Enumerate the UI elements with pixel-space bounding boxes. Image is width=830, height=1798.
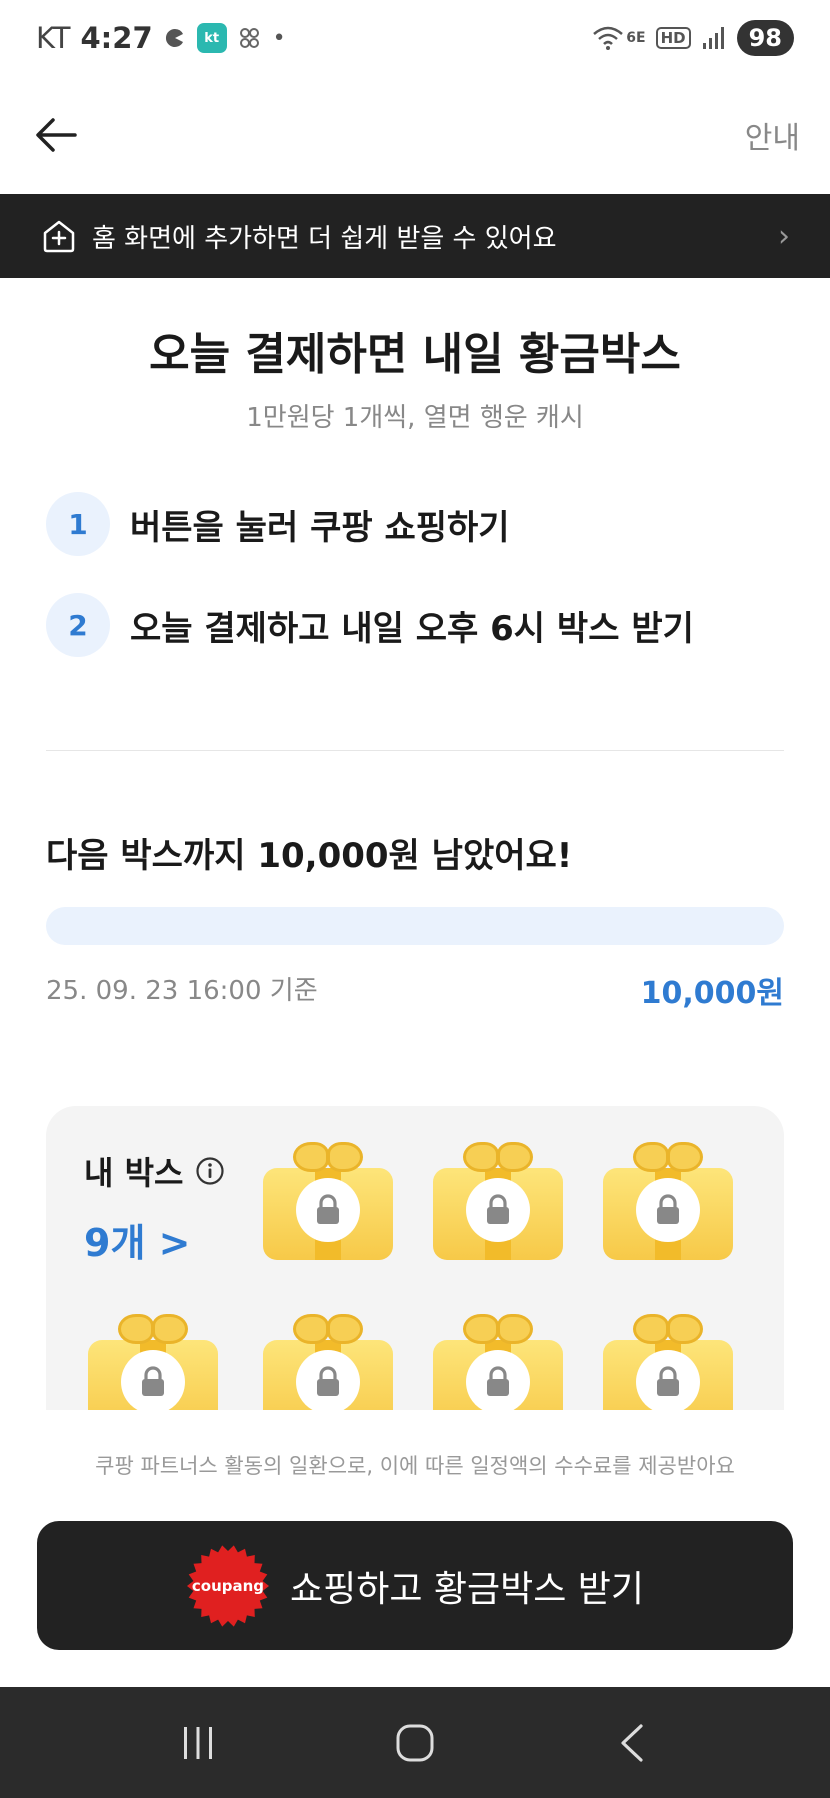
lock-icon <box>487 1366 509 1396</box>
clover-notification-icon <box>239 28 259 48</box>
lock-badge <box>296 1350 360 1410</box>
step-text: 버튼을 눌러 쿠팡 쇼핑하기 <box>130 507 510 548</box>
gift-bow-left <box>293 1314 329 1344</box>
kt-app-icon: kt <box>196 23 227 53</box>
locked-gift-box <box>88 1312 218 1410</box>
cta-label: 쇼핑하고 황금박스 받기 <box>289 1568 645 1610</box>
gift-bow-left <box>633 1142 669 1172</box>
step-text: 오늘 결제하고 내일 오후 6시 박스 받기 <box>130 608 694 649</box>
pacman-notification-icon <box>165 28 183 47</box>
home-plus-icon <box>43 220 75 253</box>
gift-bow-left <box>293 1142 329 1172</box>
lock-icon <box>487 1194 509 1224</box>
status-right: 6E HD 98 <box>592 20 794 56</box>
lock-icon <box>657 1366 679 1396</box>
gift-bow-left <box>463 1142 499 1172</box>
network-type-label: 6E <box>626 30 646 46</box>
home-icon <box>396 1724 434 1761</box>
page-title: 오늘 결제하면 내일 황금박스 <box>149 329 681 380</box>
partners-disclaimer: 쿠팡 파트너스 활동의 일환으로, 이에 따른 일정액의 수수료를 제공받아요 <box>95 1454 735 1478</box>
gift-bow-right <box>497 1314 533 1344</box>
lock-icon <box>317 1194 339 1224</box>
hd-voice-icon: HD <box>655 27 691 49</box>
signal-icon <box>702 27 724 49</box>
step-item: 1 버튼을 눌러 쿠팡 쇼핑하기 <box>46 492 786 556</box>
locked-gift-box <box>433 1312 563 1410</box>
chevron-right-icon: › <box>778 218 790 254</box>
reference-time: 25. 09. 23 16:00 기준 <box>46 976 318 1006</box>
coupang-badge: coupang <box>186 1544 270 1628</box>
lock-badge <box>296 1178 360 1242</box>
step-number-badge: 2 <box>46 593 110 657</box>
battery-level: 98 <box>736 20 794 56</box>
chevron-left-icon <box>621 1723 643 1762</box>
recent-apps-icon <box>184 1726 213 1759</box>
box-count-link[interactable]: 9개 > <box>84 1212 190 1267</box>
lock-badge <box>121 1350 185 1410</box>
lock-icon <box>317 1366 339 1396</box>
locked-gift-box <box>433 1140 563 1260</box>
coupang-badge-text: coupang <box>191 1576 265 1595</box>
gift-bow-left <box>633 1314 669 1344</box>
gift-bow-right <box>152 1314 188 1344</box>
page-subtitle: 1만원당 1개씩, 열면 행운 캐시 <box>246 403 584 433</box>
home-button[interactable] <box>375 1703 455 1783</box>
steps-list: 1 버튼을 눌러 쿠팡 쇼핑하기 2 오늘 결제하고 내일 오후 6시 박스 받… <box>46 492 786 694</box>
banner-text: 홈 화면에 추가하면 더 쉽게 받을 수 있어요 <box>92 223 557 254</box>
lock-icon <box>657 1194 679 1224</box>
gift-bow-right <box>667 1314 703 1344</box>
gift-bow-left <box>463 1314 499 1344</box>
wifi-icon <box>593 26 624 50</box>
step-item: 2 오늘 결제하고 내일 오후 6시 박스 받기 <box>46 593 786 657</box>
back-button[interactable] <box>30 109 82 161</box>
step-number-badge: 1 <box>46 492 110 556</box>
gift-bow-left <box>118 1314 154 1344</box>
locked-gift-box <box>603 1140 733 1260</box>
top-app-bar: 안내 <box>0 76 830 194</box>
lock-badge <box>636 1350 700 1410</box>
back-nav-button[interactable] <box>592 1703 672 1783</box>
arrow-left-icon <box>36 118 77 152</box>
info-icon[interactable] <box>195 1156 225 1186</box>
gift-bow-right <box>667 1142 703 1172</box>
clock: 4:27 <box>80 21 153 55</box>
shop-and-get-box-button[interactable]: coupang 쇼핑하고 황금박스 받기 <box>37 1521 793 1650</box>
my-box-title: 내 박스 <box>84 1148 225 1194</box>
lock-badge <box>636 1178 700 1242</box>
status-bar: KT 4:27 kt • 6E HD 98 <box>0 0 830 76</box>
lock-badge <box>466 1178 530 1242</box>
lock-badge <box>466 1350 530 1410</box>
add-to-home-banner[interactable]: 홈 화면에 추가하면 더 쉽게 받을 수 있어요 › <box>0 194 830 278</box>
locked-gift-box <box>603 1312 733 1410</box>
status-left: KT 4:27 kt • <box>36 21 286 55</box>
carrier-label: KT <box>36 21 71 55</box>
next-box-heading: 다음 박스까지 10,000원 남았어요! <box>46 836 573 876</box>
gift-bow-right <box>327 1314 363 1344</box>
system-navigation-bar <box>0 1687 830 1798</box>
my-box-panel: 내 박스 9개 > <box>46 1106 784 1410</box>
my-box-label: 내 박스 <box>84 1154 184 1192</box>
recent-apps-button[interactable] <box>158 1703 238 1783</box>
remaining-amount: 10,000원 <box>640 976 784 1011</box>
locked-gift-box <box>263 1140 393 1260</box>
locked-gift-box <box>263 1312 393 1410</box>
gift-bow-right <box>327 1142 363 1172</box>
section-divider <box>46 750 784 751</box>
gift-bow-right <box>497 1142 533 1172</box>
guide-button[interactable]: 안내 <box>745 113 800 157</box>
more-notifications-dot-icon: • <box>272 25 286 51</box>
lock-icon <box>142 1366 164 1396</box>
progress-bar <box>46 907 784 945</box>
